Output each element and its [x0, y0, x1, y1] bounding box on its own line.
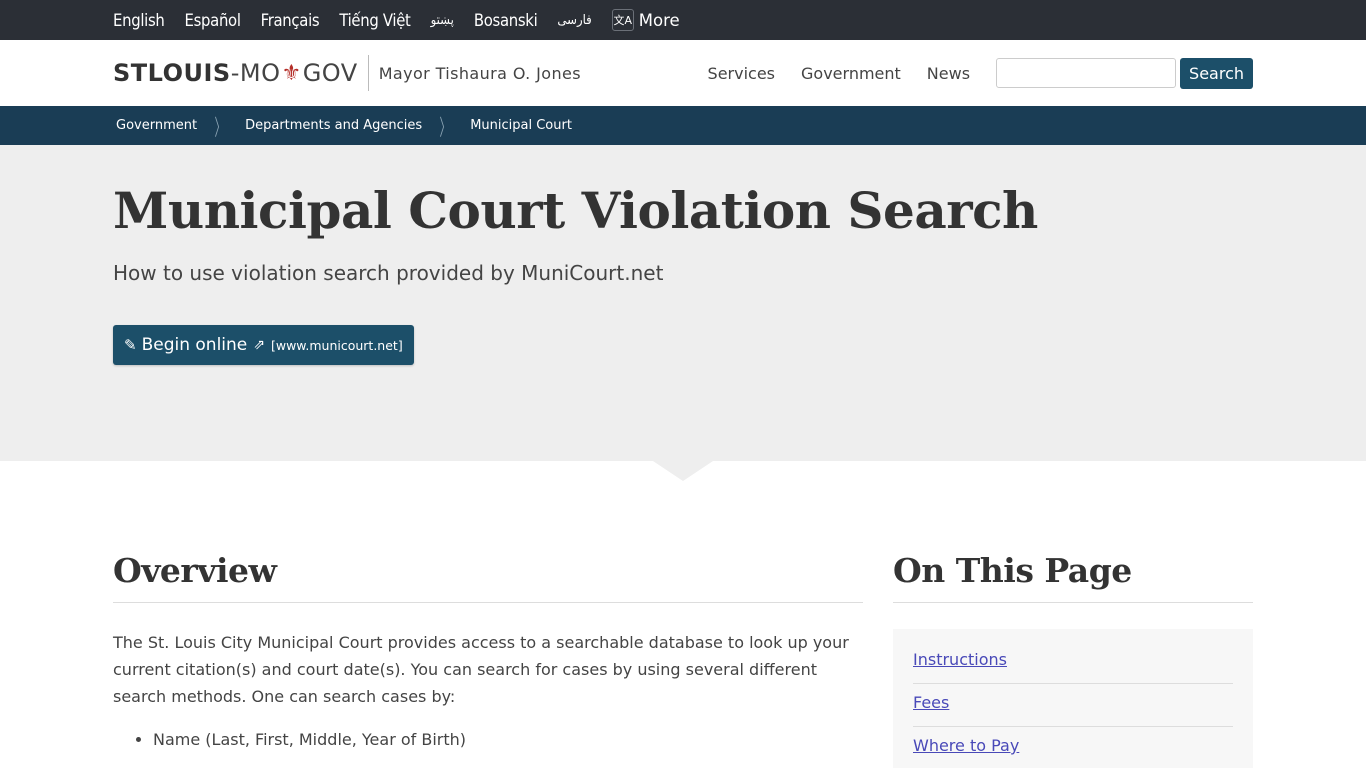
- main-column: Overview The St. Louis City Municipal Co…: [113, 551, 863, 768]
- breadcrumb-municipal-court[interactable]: Municipal Court: [470, 118, 572, 133]
- breadcrumb: Government 〉 Departments and Agencies 〉 …: [0, 106, 1366, 145]
- hero-section: Municipal Court Violation Search How to …: [0, 145, 1366, 481]
- lang-pashto[interactable]: پښتو: [431, 13, 455, 28]
- site-header: STLOUIS -MO ⚜ GOV Mayor Tishaura O. Jone…: [0, 40, 1366, 106]
- nav-news[interactable]: News: [927, 64, 970, 83]
- translate-icon: 文A: [611, 9, 634, 31]
- nav-government[interactable]: Government: [801, 64, 901, 83]
- nav-services[interactable]: Services: [708, 64, 775, 83]
- lang-bosnian[interactable]: Bosanski: [474, 11, 538, 30]
- overview-paragraph: The St. Louis City Municipal Court provi…: [113, 633, 849, 706]
- edit-icon: ✎: [124, 336, 137, 354]
- page-subtitle: How to use violation search provided by …: [113, 261, 664, 285]
- search-button[interactable]: Search: [1180, 57, 1253, 89]
- more-label: More: [638, 10, 680, 30]
- begin-online-button[interactable]: ✎ Begin online ⇗ [www.municourt.net]: [113, 325, 414, 365]
- logo-stlouis: STLOUIS: [113, 59, 231, 87]
- lang-farsi[interactable]: فارسی: [557, 13, 592, 28]
- search-input[interactable]: [996, 58, 1177, 88]
- page-title: Municipal Court Violation Search: [113, 181, 1038, 240]
- toc-item: Fees: [913, 684, 1233, 727]
- sidebar: On This Page Instructions Fees Where to …: [893, 551, 1253, 768]
- list-item: Name (Last, First, Middle, Year of Birth…: [153, 726, 863, 753]
- breadcrumb-government[interactable]: Government: [116, 118, 197, 133]
- lang-vietnamese[interactable]: Tiếng Việt: [339, 11, 411, 30]
- begin-online-label: Begin online: [141, 335, 248, 355]
- fleur-de-lis-icon: ⚜: [281, 60, 302, 86]
- main-nav: Services Government News Search: [708, 57, 1253, 89]
- logo-mo: -MO: [230, 59, 281, 87]
- mayor-name: Mayor Tishaura O. Jones: [378, 63, 581, 83]
- toc-item: Where to Pay: [913, 727, 1233, 768]
- overview-heading: Overview: [113, 551, 863, 603]
- external-url-label: [www.municourt.net]: [270, 337, 403, 353]
- external-link-icon: ⇗: [253, 337, 265, 353]
- content-area: Overview The St. Louis City Municipal Co…: [0, 461, 1366, 768]
- lang-french[interactable]: Français: [261, 11, 320, 30]
- lang-spanish[interactable]: Español: [185, 11, 241, 30]
- breadcrumb-departments[interactable]: Departments and Agencies: [245, 118, 422, 133]
- more-languages-button[interactable]: 文A More: [611, 9, 680, 31]
- logo-gov: GOV: [302, 59, 358, 87]
- language-bar: English Español Français Tiếng Việt پښتو…: [0, 0, 1366, 40]
- toc-link-instructions[interactable]: Instructions: [913, 650, 1007, 669]
- toc-link-fees[interactable]: Fees: [913, 693, 949, 712]
- lang-english[interactable]: English: [113, 11, 165, 30]
- logo-divider: [367, 55, 369, 91]
- search-methods-list: Name (Last, First, Middle, Year of Birth…: [113, 726, 863, 753]
- chevron-right-icon: 〉: [214, 115, 226, 141]
- site-logo[interactable]: STLOUIS -MO ⚜ GOV: [113, 59, 358, 87]
- toc-link-where-to-pay[interactable]: Where to Pay: [913, 736, 1019, 755]
- toc-item: Instructions: [913, 641, 1233, 684]
- chevron-right-icon: 〉: [439, 115, 451, 141]
- on-this-page-heading: On This Page: [893, 551, 1253, 603]
- table-of-contents: Instructions Fees Where to Pay: [893, 629, 1253, 768]
